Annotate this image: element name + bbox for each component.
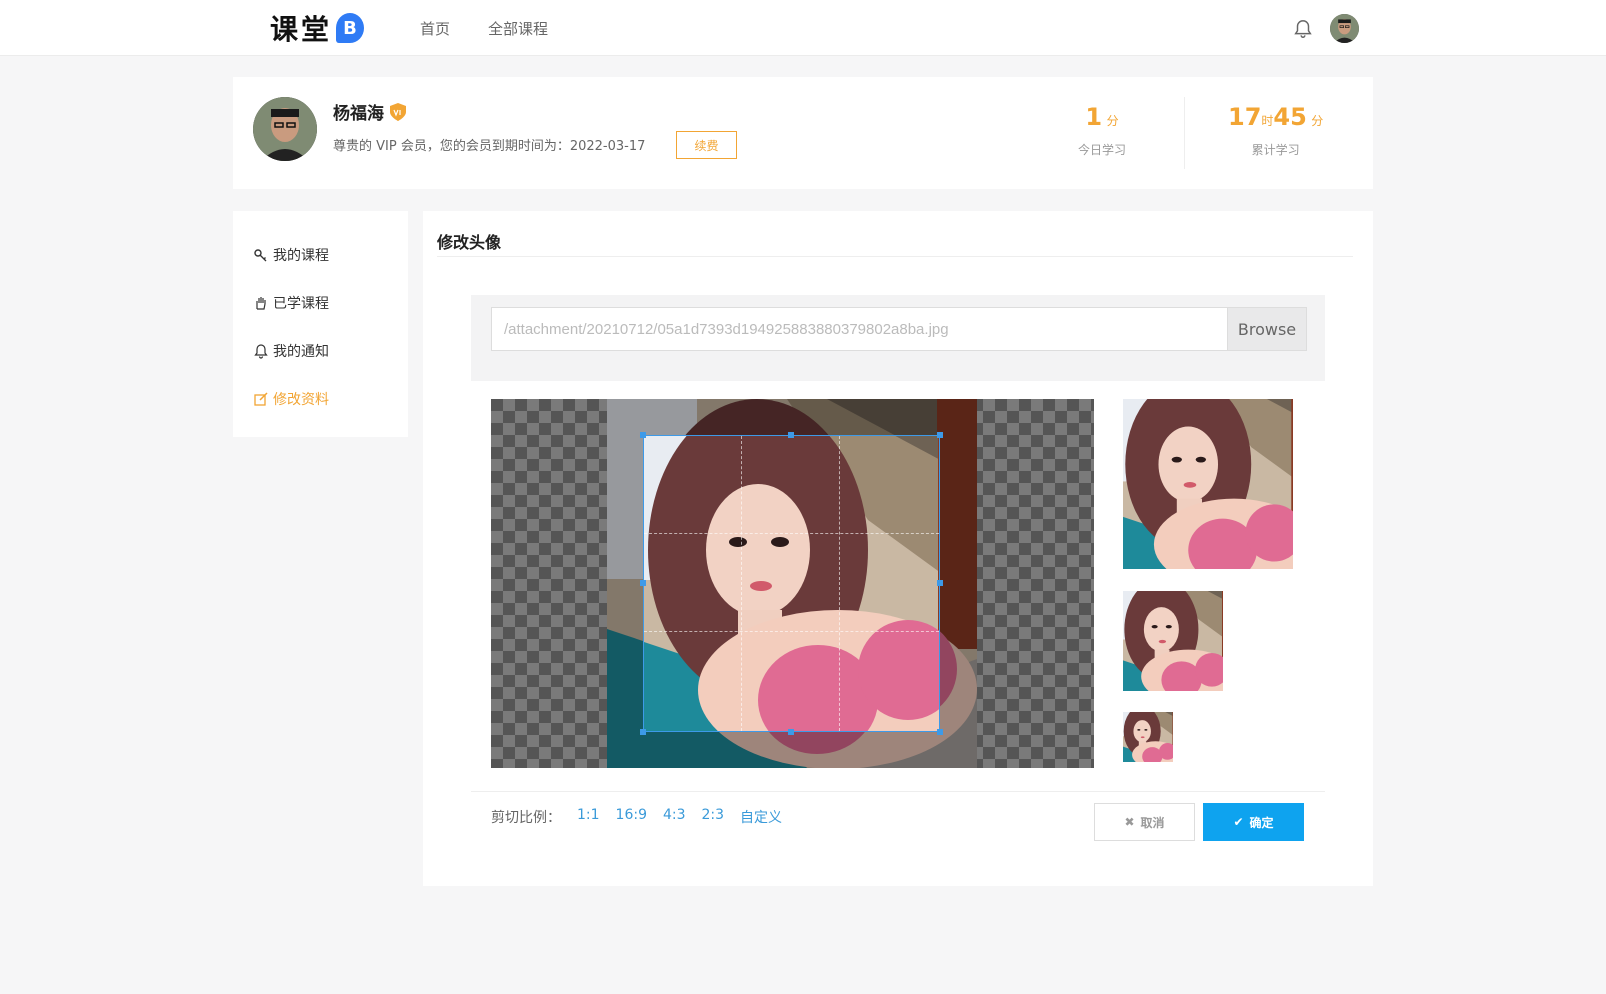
sidebar-item-edit-profile[interactable]: 修改资料 <box>233 375 408 423</box>
edit-icon <box>253 391 269 407</box>
crop-handle-s[interactable] <box>788 729 794 735</box>
stat-divider <box>1184 97 1185 169</box>
vip-expiry-text: 尊贵的 VIP 会员，您的会员到期时间为：2022-03-17 <box>333 139 646 154</box>
total-study-label: 累计学习 <box>1251 143 1300 157</box>
total-mins-value: 45 <box>1273 103 1307 131</box>
total-study-stat: 17时45 分 累计学习 <box>1228 103 1323 158</box>
close-icon: ✖ <box>1124 815 1135 829</box>
sidebar-item-notifications[interactable]: 我的通知 <box>233 327 408 375</box>
sidebar-item-label: 修改资料 <box>273 392 329 408</box>
check-icon: ✔ <box>1233 815 1244 829</box>
title-divider <box>437 256 1353 257</box>
ratio-1-1[interactable]: 1:1 <box>577 807 600 827</box>
crop-handle-w[interactable] <box>640 580 646 586</box>
profile-name: 杨福海 <box>333 99 408 124</box>
total-mins-unit: 分 <box>1311 114 1324 128</box>
hand-icon <box>253 295 269 311</box>
key-icon <box>253 247 269 263</box>
avatar-preview-large <box>1123 399 1293 569</box>
nav-all-courses[interactable]: 全部课程 <box>488 18 548 39</box>
today-study-stat: 1 分 今日学习 <box>1078 103 1126 158</box>
action-divider <box>471 791 1325 792</box>
vip-badge-icon <box>390 102 406 121</box>
cancel-button-label: 取消 <box>1140 815 1165 830</box>
sidebar: 我的课程 已学课程 我的通知 修改资料 <box>233 211 408 437</box>
browse-button[interactable]: Browse <box>1227 307 1307 351</box>
page-title: 修改头像 <box>437 233 502 252</box>
crop-guide-vertical <box>741 436 743 731</box>
cancel-button[interactable]: ✖ 取消 <box>1094 803 1195 841</box>
crop-guide-vertical <box>838 436 840 731</box>
crop-guide-horizontal <box>644 630 939 632</box>
top-navbar: 课堂 B 首页 全部课程 <box>0 0 1606 56</box>
sidebar-item-learned-courses[interactable]: 已学课程 <box>233 279 408 327</box>
profile-name-text: 杨福海 <box>333 104 384 124</box>
main-nav: 首页 全部课程 <box>420 18 548 39</box>
crop-handle-e[interactable] <box>937 580 943 586</box>
crop-box-photo <box>643 435 940 732</box>
sidebar-item-label: 我的课程 <box>273 248 329 264</box>
today-study-label: 今日学习 <box>1078 143 1127 157</box>
profile-avatar <box>253 97 317 161</box>
crop-canvas[interactable] <box>491 399 1094 768</box>
avatar-preview-medium <box>1123 591 1223 691</box>
crop-box[interactable] <box>643 435 940 732</box>
sidebar-item-my-courses[interactable]: 我的课程 <box>233 231 408 279</box>
ratio-custom[interactable]: 自定义 <box>740 807 782 827</box>
crop-handle-ne[interactable] <box>937 432 943 438</box>
file-path-input[interactable] <box>491 307 1227 351</box>
today-study-unit: 分 <box>1106 114 1119 128</box>
file-upload-box: Browse <box>471 295 1325 381</box>
crop-ratio-label: 剪切比例： <box>491 810 561 826</box>
ratio-4-3[interactable]: 4:3 <box>663 807 686 827</box>
logo-badge: B <box>336 13 365 43</box>
confirm-button-label: 确定 <box>1249 815 1274 830</box>
profile-card: 杨福海 尊贵的 VIP 会员，您的会员到期时间为：2022-03-17 续费 1… <box>233 77 1373 189</box>
sidebar-item-label: 已学课程 <box>273 296 329 312</box>
crop-handle-se[interactable] <box>937 729 943 735</box>
nav-home[interactable]: 首页 <box>420 18 450 39</box>
avatar-preview-small <box>1123 712 1173 762</box>
avatar-editor-panel: 修改头像 Browse <box>423 211 1373 886</box>
total-hours-unit: 时 <box>1261 114 1274 128</box>
crop-guide-horizontal <box>644 533 939 535</box>
notification-bell-icon[interactable] <box>1292 18 1314 40</box>
crop-handle-sw[interactable] <box>640 729 646 735</box>
crop-handle-nw[interactable] <box>640 432 646 438</box>
total-hours-value: 17 <box>1228 103 1262 131</box>
user-avatar[interactable] <box>1330 14 1359 43</box>
ratio-2-3[interactable]: 2:3 <box>702 807 725 827</box>
confirm-button[interactable]: ✔ 确定 <box>1203 803 1304 841</box>
sidebar-item-label: 我的通知 <box>273 344 329 360</box>
logo-text: 课堂 <box>270 13 333 46</box>
renew-button[interactable]: 续费 <box>676 131 737 159</box>
today-study-value: 1 <box>1085 103 1103 131</box>
ratio-16-9[interactable]: 16:9 <box>616 807 647 827</box>
crop-handle-n[interactable] <box>788 432 794 438</box>
bell-icon <box>253 343 269 359</box>
site-logo[interactable]: 课堂 B <box>270 12 365 46</box>
crop-ratio-selector: 剪切比例： 1:1 16:9 4:3 2:3 自定义 <box>491 807 782 827</box>
